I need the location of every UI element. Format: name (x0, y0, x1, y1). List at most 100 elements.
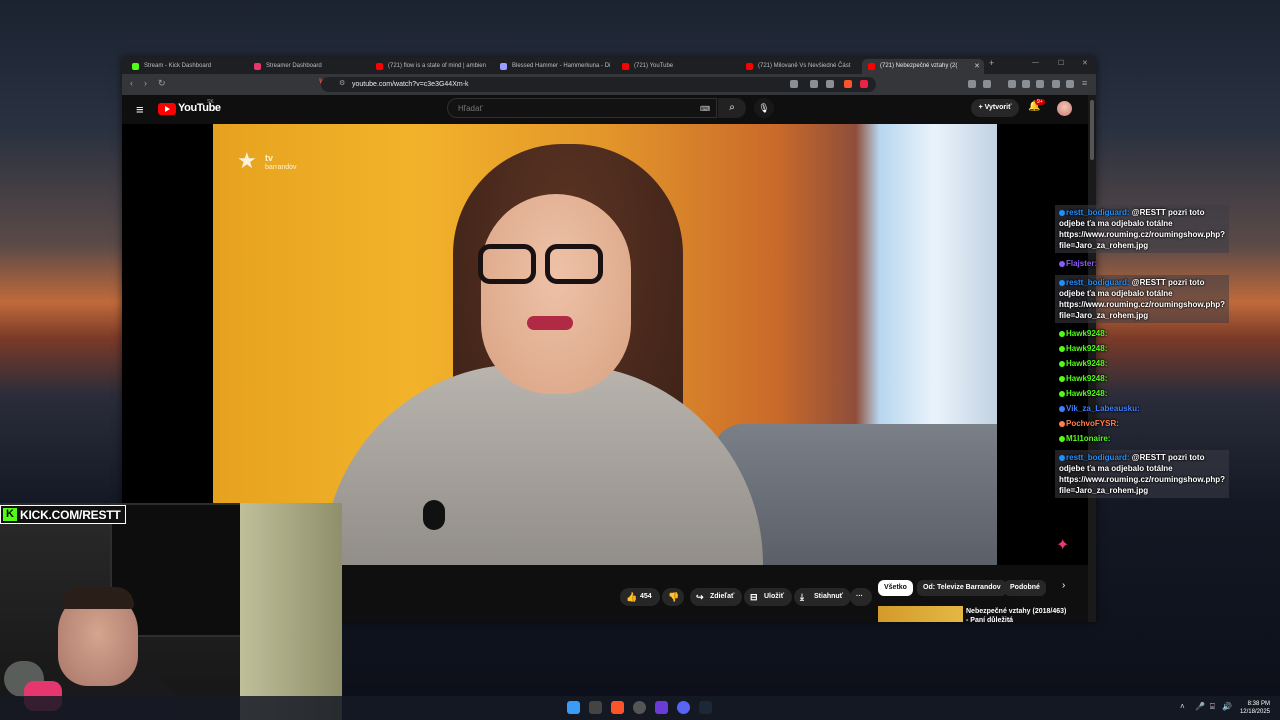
chat-username[interactable]: PochvoFYSR: (1066, 419, 1119, 428)
reload-icon[interactable]: ↻ (158, 78, 166, 89)
tab-label: (721) Nebezpečné vztahy (2( (880, 63, 958, 69)
url-text[interactable]: youtube.com/watch?v=c3e3G44Xm-k (352, 77, 469, 92)
clock[interactable]: 8:38 PM 12/18/2025 (1240, 700, 1270, 716)
extension-icon[interactable] (790, 80, 798, 88)
tab-blessed-hammer[interactable]: Blessed Hammer - Hammerkuna - Di (494, 59, 614, 74)
tab-label: (721) YouTube (634, 63, 674, 69)
video-player[interactable]: ★ tv barrandov (122, 124, 1088, 565)
like-button[interactable]: 👍 454 (620, 588, 660, 606)
brave-shield-icon[interactable] (844, 80, 852, 88)
dislike-button[interactable]: 👎 (662, 588, 684, 606)
youtube-brand[interactable]: YouTube (178, 102, 221, 114)
tray-chevron-icon[interactable]: ˄ (1180, 702, 1185, 711)
channel-logo: tv (265, 153, 274, 163)
wallet-icon[interactable] (983, 80, 991, 88)
search-button[interactable]: ⌕ (718, 98, 746, 118)
media-icon[interactable] (1008, 80, 1016, 88)
vpn-icon[interactable] (1052, 80, 1060, 88)
reading-list-icon[interactable] (1036, 80, 1044, 88)
tab-label: Blessed Hammer - Hammerkuna - Di (512, 63, 611, 69)
tab-youtube-flow[interactable]: (721) flow is a state of mind | ambien (370, 59, 492, 74)
close-tab-icon[interactable]: ✕ (974, 59, 980, 74)
channel-name: barrandov (265, 164, 297, 171)
tab-youtube-home[interactable]: (721) YouTube (616, 59, 738, 74)
chevron-right-icon[interactable]: › (1062, 580, 1065, 591)
volume-icon[interactable]: 🔊 (1222, 702, 1232, 711)
steam-icon[interactable] (699, 701, 712, 714)
app-icon[interactable] (655, 701, 668, 714)
share-button[interactable]: ↪ Zdieľať (690, 588, 743, 606)
hamburger-menu-icon[interactable]: ≡ (136, 102, 144, 117)
chat-badge-icon (1059, 390, 1065, 397)
video-frame[interactable]: ★ tv barrandov (213, 124, 997, 565)
back-icon[interactable]: ‹ (130, 78, 133, 88)
download-button[interactable]: ⤓ Stiahnuť (794, 588, 852, 606)
keyboard-icon[interactable]: ⌨ (700, 105, 710, 113)
channel-url: KICK.COM/RESTT (20, 508, 121, 522)
share-label: Zdieľať (710, 593, 735, 600)
create-button[interactable]: + Vytvoriť (971, 99, 1019, 117)
task-view-icon[interactable] (589, 701, 602, 714)
voice-search-icon[interactable]: 🎙 (754, 98, 774, 118)
mic-tray-icon[interactable]: 🎤 (1195, 702, 1205, 711)
chat-username[interactable]: restt_bodiguard: (1066, 208, 1130, 217)
chat-message: Hawk9248: (1055, 328, 1233, 339)
close-window-button[interactable]: ✕ (1082, 59, 1088, 67)
recommended-thumbnail[interactable] (878, 606, 963, 622)
forward-icon[interactable]: › (144, 78, 147, 88)
notification-badge: 9+ (1035, 99, 1045, 105)
chat-username[interactable]: Hawk9248: (1066, 389, 1107, 398)
door-background (240, 503, 342, 720)
chat-username[interactable]: Hawk9248: (1066, 359, 1107, 368)
new-tab-button[interactable]: + (989, 58, 994, 68)
recommended-title[interactable]: Nebezpečné vztahy (2018/463) - Paní důlež… (966, 607, 1066, 625)
share-icon[interactable] (826, 80, 834, 88)
windows-start-icon[interactable] (567, 701, 580, 714)
maximize-button[interactable]: ☐ (1058, 59, 1064, 67)
chat-badge-icon (1059, 375, 1065, 382)
youtube-header: ≡ YouTube SK ⌨ ⌕ 🎙 + Vytvoriť 🔔 9+ (122, 95, 1088, 124)
search-box[interactable]: ⌨ (447, 98, 717, 118)
tab-label: Streamer Dashboard (266, 63, 322, 69)
chip-all[interactable]: Všetko (878, 580, 913, 596)
tab-streamer-dashboard[interactable]: Streamer Dashboard (248, 59, 368, 74)
brave-icon[interactable] (611, 701, 624, 714)
chat-message: restt_bodiguard: @RESTT pozri toto odjeb… (1055, 275, 1229, 323)
nav-bar: ‹ › ↻ 🔖 ⚙ youtube.com/watch?v=c3e3G44Xm-… (122, 74, 1096, 95)
minimize-button[interactable]: — (1032, 59, 1039, 66)
chip-from-channel[interactable]: Od: Televize Barrandov (917, 580, 1007, 596)
sidebar-icon[interactable] (1022, 80, 1030, 88)
chat-username[interactable]: Hawk9248: (1066, 374, 1107, 383)
chat-username[interactable]: Flajster: (1066, 259, 1097, 268)
more-actions-button[interactable]: ··· (850, 588, 872, 606)
chip-related[interactable]: Podobné (1004, 580, 1046, 596)
site-info-icon[interactable]: ⚙ (339, 79, 345, 87)
translate-icon[interactable] (810, 80, 818, 88)
brave-rewards-icon[interactable] (860, 80, 868, 88)
scrollbar-thumb[interactable] (1090, 100, 1094, 160)
extensions-icon[interactable] (968, 80, 976, 88)
chat-username[interactable]: Hawk9248: (1066, 344, 1107, 353)
profile-icon[interactable] (1066, 80, 1074, 88)
youtube-logo-icon[interactable] (158, 103, 176, 115)
chat-message: M1l1onaire: (1055, 433, 1233, 444)
chat-username[interactable]: restt_bodiguard: (1066, 453, 1130, 462)
chat-message: Hawk9248: (1055, 373, 1233, 384)
diablo-icon (500, 63, 507, 70)
chat-username[interactable]: Hawk9248: (1066, 329, 1107, 338)
search-input[interactable] (456, 103, 660, 114)
youtube-icon (746, 63, 753, 70)
chat-badge-icon (1059, 454, 1065, 461)
chat-username[interactable]: Vik_za_Labeausku: (1066, 404, 1140, 413)
discord-icon[interactable] (677, 701, 690, 714)
tab-kick-dashboard[interactable]: Stream - Kick Dashboard (126, 59, 246, 74)
tab-youtube-nebezpecne[interactable]: (721) Nebezpečné vztahy (2( ✕ (862, 59, 984, 74)
menu-icon[interactable]: ≡ (1082, 78, 1087, 88)
chat-username[interactable]: restt_bodiguard: (1066, 278, 1130, 287)
network-icon[interactable]: ⌸ (1210, 702, 1215, 712)
obs-icon[interactable] (633, 701, 646, 714)
save-button[interactable]: ⊟ Uložiť (744, 588, 793, 606)
tab-youtube-milovane[interactable]: (721) Milovaně Vs Nevšiedné Část (740, 59, 860, 74)
avatar[interactable] (1057, 101, 1072, 116)
chat-username[interactable]: M1l1onaire: (1066, 434, 1110, 443)
